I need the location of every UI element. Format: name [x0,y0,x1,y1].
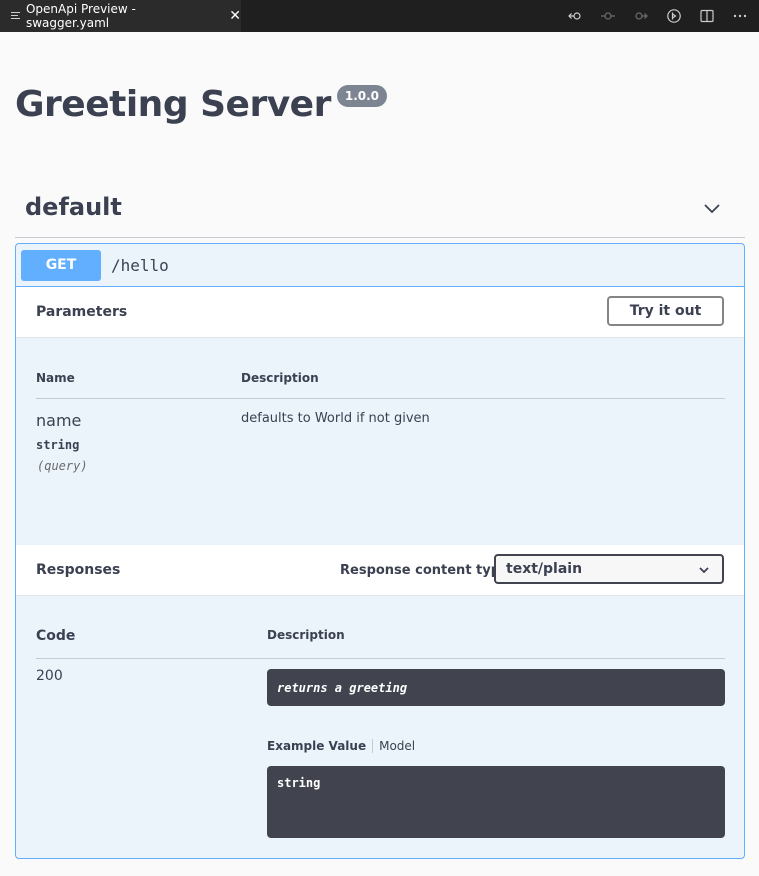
editor-tab-openapi-preview[interactable]: OpenApi Preview - swagger.yaml ✕ [0,0,241,32]
git-commit-icon[interactable] [597,5,619,27]
response-content-type-label: Response content type [340,563,509,578]
more-actions-icon[interactable] [729,5,751,27]
split-editor-icon[interactable] [696,5,718,27]
try-it-out-button[interactable]: Try it out [607,296,724,326]
tag-section-default[interactable]: default [15,180,745,238]
operation-path: /hello [111,255,169,275]
responses-heading: Responses [36,562,121,578]
version-badge: 1.0.0 [336,85,388,107]
tab-label: OpenApi Preview - swagger.yaml [25,2,136,30]
response-content-type-select[interactable]: text/plain [494,554,724,584]
preview-icon [11,12,20,20]
parameter-description: defaults to World if not given [241,411,430,426]
responses-header: Responses Response content type text/pla… [16,545,744,596]
go-forward-icon[interactable] [630,5,652,27]
tab-divider [372,739,374,753]
example-model-tabs: Example Value Model [267,739,415,753]
chevron-down-icon [699,567,709,574]
parameter-name: name [36,411,82,430]
operation-summary[interactable]: GET /hello [16,244,744,287]
close-icon[interactable]: ✕ [229,9,241,23]
column-header-description: Description [267,628,345,642]
editor-actions [564,0,751,32]
go-back-icon[interactable] [564,5,586,27]
selected-content-type: text/plain [506,561,583,577]
parameter-location: (query) [37,459,88,473]
parameter-type: string [36,438,80,452]
tab-example-value[interactable]: Example Value [267,739,366,753]
editor-tab-bar: OpenApi Preview - swagger.yaml ✕ [0,0,759,32]
column-header-name: Name [36,371,75,385]
column-header-code: Code [36,628,76,644]
example-value-box: string [267,766,725,838]
response-description: returns a greeting [267,669,725,706]
open-changes-icon[interactable] [663,5,685,27]
response-code: 200 [36,668,63,684]
method-badge: GET [21,249,101,281]
chevron-down-icon[interactable] [701,197,723,219]
divider [36,398,725,399]
page-title: Greeting Server [15,84,331,125]
operation-get-hello: GET /hello Parameters Try it out Name De… [15,243,745,859]
responses-table: Code Description 200 returns a greeting … [16,596,744,858]
tag-name: default [25,193,122,221]
api-info-header: Greeting Server 1.0.0 [15,84,388,126]
column-header-description: Description [241,371,319,385]
parameters-header: Parameters Try it out [16,287,744,338]
tab-model[interactable]: Model [379,739,415,753]
parameters-table: Name Description name string (query) def… [16,338,744,545]
divider [36,658,725,659]
parameters-heading: Parameters [36,304,128,320]
